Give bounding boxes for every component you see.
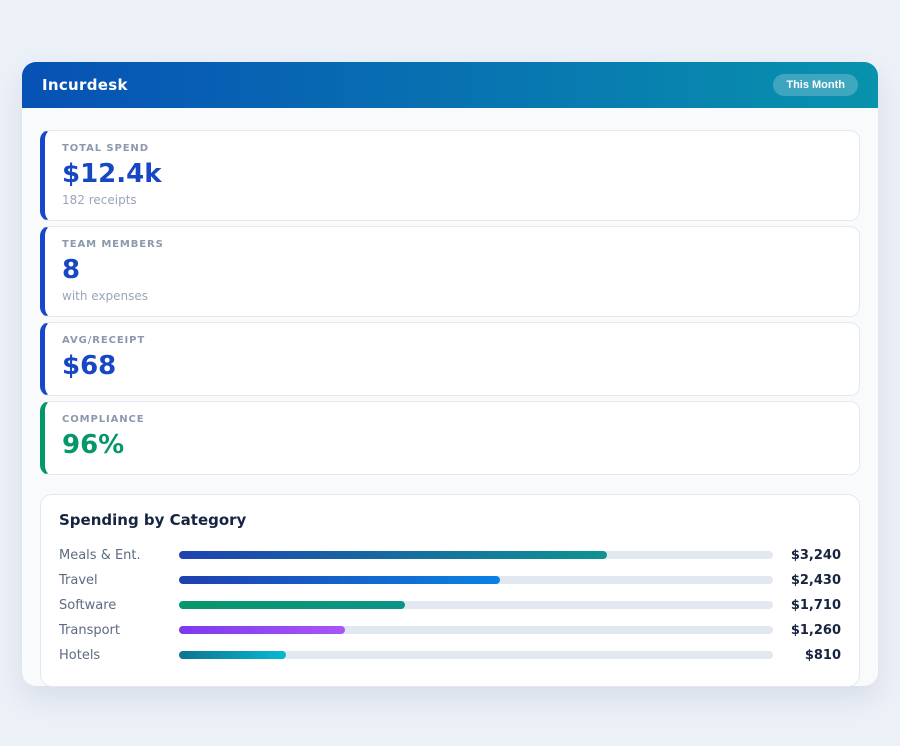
chart-rows: Meals & Ent. $3,240 Travel $2,430 Softwa… <box>59 543 841 668</box>
bar-track <box>179 626 773 634</box>
bar-track <box>179 601 773 609</box>
category-label: Travel <box>59 573 179 588</box>
bar-fill <box>179 551 607 559</box>
bar-fill <box>179 576 500 584</box>
stat-subtext: with expenses <box>62 289 842 303</box>
bar-track <box>179 576 773 584</box>
stat-value: 96% <box>62 431 842 461</box>
category-value: $810 <box>781 648 841 663</box>
bar-track <box>179 551 773 559</box>
chart-row-meals: Meals & Ent. $3,240 <box>59 543 841 568</box>
chart-row-transport: Transport $1,260 <box>59 618 841 643</box>
stat-subtext: 182 receipts <box>62 193 842 207</box>
stat-value: $68 <box>62 352 842 382</box>
bar-fill <box>179 651 286 659</box>
bar-track <box>179 651 773 659</box>
stat-label: COMPLIANCE <box>62 414 842 425</box>
stat-value: 8 <box>62 256 842 286</box>
category-value: $1,260 <box>781 623 841 638</box>
category-label: Software <box>59 598 179 613</box>
dashboard-panel: Incurdesk This Month TOTAL SPEND $12.4k … <box>22 62 878 686</box>
chart-row-travel: Travel $2,430 <box>59 568 841 593</box>
category-label: Transport <box>59 623 179 638</box>
chart-row-hotels: Hotels $810 <box>59 643 841 668</box>
chart-title: Spending by Category <box>59 511 841 529</box>
category-label: Hotels <box>59 648 179 663</box>
category-value: $2,430 <box>781 573 841 588</box>
spending-by-category-card: Spending by Category Meals & Ent. $3,240… <box>40 494 860 687</box>
dashboard-content: TOTAL SPEND $12.4k 182 receipts TEAM MEM… <box>22 108 878 687</box>
stat-card-avg-receipt: AVG/RECEIPT $68 <box>40 322 860 396</box>
stat-label: AVG/RECEIPT <box>62 335 842 346</box>
stat-card-compliance: COMPLIANCE 96% <box>40 401 860 475</box>
app-header: Incurdesk This Month <box>22 62 878 108</box>
bar-fill <box>179 626 345 634</box>
app-title: Incurdesk <box>42 76 128 94</box>
stat-value: $12.4k <box>62 160 842 190</box>
stat-label: TOTAL SPEND <box>62 143 842 154</box>
period-badge[interactable]: This Month <box>773 74 858 96</box>
category-label: Meals & Ent. <box>59 548 179 563</box>
bar-fill <box>179 601 405 609</box>
stat-card-total-spend: TOTAL SPEND $12.4k 182 receipts <box>40 130 860 221</box>
stat-label: TEAM MEMBERS <box>62 239 842 250</box>
stat-card-team-members: TEAM MEMBERS 8 with expenses <box>40 226 860 317</box>
category-value: $3,240 <box>781 548 841 563</box>
category-value: $1,710 <box>781 598 841 613</box>
chart-row-software: Software $1,710 <box>59 593 841 618</box>
